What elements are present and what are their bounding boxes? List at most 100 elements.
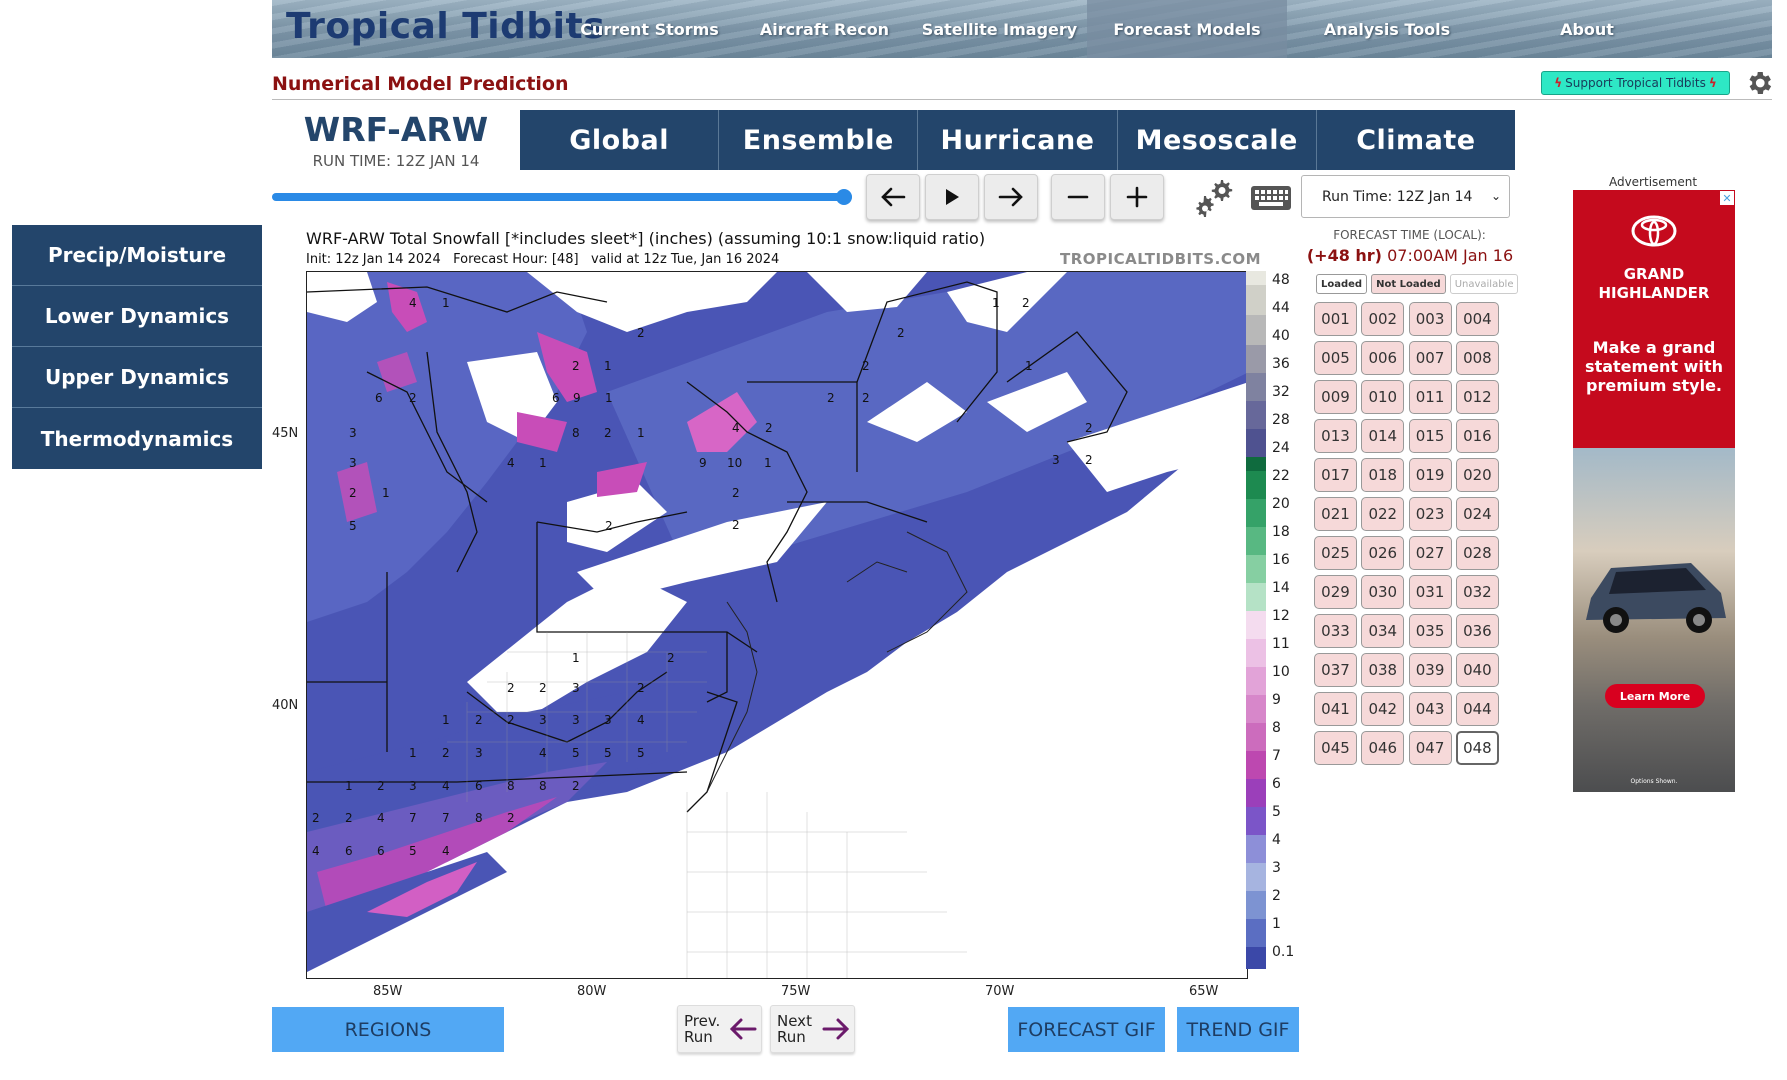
forecast-hour-button[interactable]: 032 (1455, 575, 1499, 609)
svg-text:5: 5 (637, 746, 645, 760)
forecast-hour-button[interactable]: 011 (1408, 380, 1452, 414)
prev-run-button[interactable]: Prev. Run (677, 1005, 762, 1053)
tab-climate[interactable]: Climate (1317, 110, 1515, 170)
forecast-hour-button[interactable]: 018 (1361, 458, 1405, 492)
svg-text:4: 4 (442, 844, 450, 858)
sidebar-item-upper-dynamics[interactable]: Upper Dynamics (12, 347, 262, 408)
svg-text:2: 2 (732, 486, 740, 500)
forecast-hour-button[interactable]: 005 (1314, 341, 1357, 375)
forecast-hour-button[interactable]: 024 (1455, 497, 1499, 531)
forecast-hour-button[interactable]: 031 (1408, 575, 1452, 609)
forecast-hour-button[interactable]: 027 (1408, 536, 1452, 570)
forecast-hour-button[interactable]: 010 (1361, 380, 1405, 414)
forecast-hour-button[interactable]: 013 (1314, 419, 1357, 453)
play-button[interactable] (925, 174, 979, 220)
forecast-hour-button[interactable]: 022 (1361, 497, 1405, 531)
forecast-hour-button[interactable]: 029 (1314, 575, 1357, 609)
forecast-hour-button[interactable]: 001 (1314, 302, 1357, 336)
trend-gif-button[interactable]: TREND GIF (1177, 1007, 1299, 1052)
forecast-hour-button[interactable]: 044 (1455, 692, 1499, 726)
zoom-out-button[interactable] (1051, 174, 1105, 220)
nav-analysis-tools[interactable]: Analysis Tools (1287, 0, 1487, 58)
forecast-hour-button[interactable]: 021 (1314, 497, 1357, 531)
svg-text:3: 3 (539, 713, 547, 727)
forecast-hour-slider[interactable] (272, 193, 852, 201)
tab-hurricane[interactable]: Hurricane (918, 110, 1118, 170)
forecast-map[interactable]: 41 221 62 691 821 33 41 9 10 1 42 21 22 5 … (306, 271, 1248, 979)
forecast-hour-button[interactable]: 041 (1314, 692, 1357, 726)
forecast-hour-button[interactable]: 002 (1361, 302, 1405, 336)
keyboard-icon[interactable] (1250, 183, 1292, 213)
step-back-button[interactable] (866, 174, 920, 220)
run-time-select[interactable]: Run Time: 12Z Jan 14 ⌄ (1301, 175, 1510, 218)
ad-learn-more-button[interactable]: Learn More (1605, 684, 1705, 708)
forecast-hour-button[interactable]: 040 (1455, 653, 1499, 687)
regions-button[interactable]: REGIONS (272, 1007, 504, 1052)
forecast-hour-button[interactable]: 012 (1455, 380, 1499, 414)
nav-aircraft-recon[interactable]: Aircraft Recon (737, 0, 912, 58)
nav-about[interactable]: About (1487, 0, 1687, 58)
tab-ensemble[interactable]: Ensemble (719, 110, 919, 170)
forecast-hour-button[interactable]: 043 (1408, 692, 1452, 726)
forecast-hour-button[interactable]: 019 (1408, 458, 1452, 492)
support-button[interactable]: ϟ Support Tropical Tidbits ϟ (1541, 71, 1730, 95)
close-icon[interactable]: ✕ (1720, 191, 1734, 205)
sidebar-item-lower-dynamics[interactable]: Lower Dynamics (12, 286, 262, 347)
nav-current-storms[interactable]: Current Storms (562, 0, 737, 58)
forecast-hour-button[interactable]: 004 (1455, 302, 1499, 336)
forecast-hour-button[interactable]: 038 (1361, 653, 1405, 687)
forecast-hour-button[interactable]: 023 (1408, 497, 1452, 531)
slider-handle[interactable] (836, 189, 852, 205)
advertisement[interactable]: ✕ GRAND HIGHLANDER Make a grand statemen… (1573, 190, 1735, 792)
forecast-hour-button[interactable]: 039 (1408, 653, 1452, 687)
forecast-hour-button[interactable]: 014 (1361, 419, 1405, 453)
forecast-hour-button[interactable]: 036 (1455, 614, 1499, 648)
forecast-hour-button[interactable]: 045 (1314, 731, 1357, 765)
tab-global[interactable]: Global (520, 110, 720, 170)
forecast-hour-button[interactable]: 046 (1361, 731, 1405, 765)
forecast-hour-button[interactable]: 007 (1408, 341, 1452, 375)
gear-icon[interactable] (1744, 68, 1774, 98)
forecast-time-value: (+48 hr) 07:00AM Jan 16 (1305, 246, 1515, 265)
sidebar-item-thermodynamics[interactable]: Thermodynamics (12, 408, 262, 469)
prev-run-line1: Prev. (684, 1012, 721, 1030)
nav-satellite-imagery[interactable]: Satellite Imagery (912, 0, 1087, 58)
next-run-button[interactable]: Next Run (770, 1005, 855, 1053)
colorbar-label: 32 (1272, 384, 1290, 400)
sidebar-item-precip-moisture[interactable]: Precip/Moisture (12, 225, 262, 286)
lat-label: 45N (272, 426, 299, 441)
svg-text:3: 3 (349, 426, 357, 440)
colorbar-label: 1 (1272, 916, 1281, 932)
forecast-hour-button[interactable]: 025 (1314, 536, 1357, 570)
forecast-hour-button[interactable]: 020 (1455, 458, 1499, 492)
forecast-hour-button[interactable]: 035 (1408, 614, 1452, 648)
forecast-hour-button[interactable]: 017 (1314, 458, 1357, 492)
svg-text:2: 2 (442, 746, 450, 760)
forecast-hour-button[interactable]: 037 (1314, 653, 1357, 687)
forecast-hour-button[interactable]: 008 (1455, 341, 1499, 375)
forecast-hour-button[interactable]: 009 (1314, 380, 1357, 414)
forecast-hour-button[interactable]: 026 (1361, 536, 1405, 570)
forecast-hour-button[interactable]: 047 (1408, 731, 1452, 765)
forecast-hour-button[interactable]: 033 (1314, 614, 1357, 648)
forecast-hour-button[interactable]: 003 (1408, 302, 1452, 336)
forecast-gif-button[interactable]: FORECAST GIF (1008, 1007, 1165, 1052)
forecast-hour-button[interactable]: 034 (1361, 614, 1405, 648)
forecast-hour-button[interactable]: 006 (1361, 341, 1405, 375)
forecast-hour-button[interactable]: 016 (1455, 419, 1499, 453)
svg-text:5: 5 (409, 844, 417, 858)
site-logo[interactable]: Tropical Tidbits (286, 6, 605, 47)
step-forward-button[interactable] (984, 174, 1038, 220)
tab-mesoscale[interactable]: Mesoscale (1118, 110, 1317, 170)
forecast-hour-button[interactable]: 042 (1361, 692, 1405, 726)
colorbar-label: 6 (1272, 776, 1281, 792)
forecast-hour-button[interactable]: 030 (1361, 575, 1405, 609)
toyota-logo (1631, 215, 1677, 247)
status-unavailable: Unavailable (1449, 274, 1519, 294)
nav-forecast-models[interactable]: Forecast Models (1087, 0, 1287, 58)
forecast-hour-button[interactable]: 015 (1408, 419, 1452, 453)
forecast-hour-button[interactable]: 048 (1455, 731, 1499, 765)
forecast-hour-button[interactable]: 028 (1455, 536, 1499, 570)
zoom-in-button[interactable] (1110, 174, 1164, 220)
settings-gears-icon[interactable] (1192, 176, 1236, 220)
